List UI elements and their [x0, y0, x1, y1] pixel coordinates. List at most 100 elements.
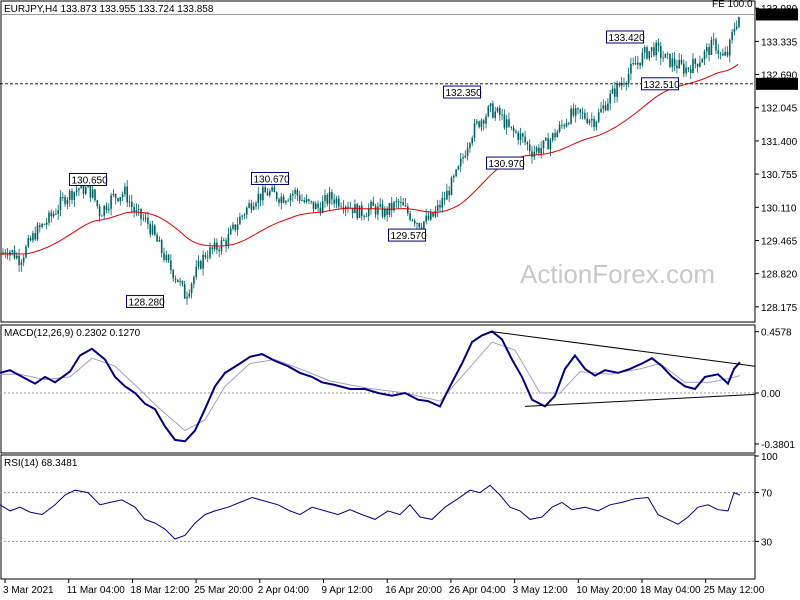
candle-body [262, 187, 264, 201]
candle-body [147, 217, 149, 224]
candle-body [427, 215, 430, 220]
candle-body [568, 123, 570, 125]
price-panel-title: EURJPY,H4 133.873 133.955 133.724 133.85… [4, 4, 214, 15]
candle-body [627, 73, 630, 84]
rsi-y-tick-label: 30 [761, 537, 773, 548]
candle-body [227, 234, 230, 246]
watermark: ActionForex.com [520, 259, 715, 289]
candle-body [303, 200, 306, 202]
candle-body [94, 189, 96, 201]
candle-body [131, 201, 133, 207]
candle-body [257, 193, 260, 204]
candle-body [64, 196, 66, 205]
candle-body [492, 103, 494, 118]
candle-body [45, 222, 48, 225]
rsi-y-tick-label: 100 [761, 452, 778, 463]
candle-body [416, 222, 418, 224]
candle-body [312, 201, 315, 210]
fibonacci-corner-label: FE 100.0 [712, 0, 753, 10]
candle-body [588, 120, 591, 123]
candle-body [577, 108, 579, 110]
candle-body [637, 62, 639, 65]
candle-body [457, 166, 460, 170]
candle-body [183, 283, 186, 299]
macd-panel-title: MACD(12,26,9) 0.2302 0.1270 [4, 328, 141, 339]
candle-body [234, 224, 237, 230]
candle-body [133, 206, 135, 213]
candle-body [609, 93, 611, 104]
candle-body [722, 53, 724, 56]
candle-body [218, 249, 220, 252]
price-annotation-label: 132.350 [446, 88, 483, 99]
candle-body [195, 266, 197, 278]
price-annotation: 130.670 [251, 171, 290, 185]
candle-body [225, 240, 227, 246]
candle-body [733, 28, 736, 33]
candle-body [177, 279, 179, 282]
candle-body [308, 199, 310, 201]
candle-body [473, 123, 476, 138]
candle-body [731, 32, 733, 40]
candle-body [52, 213, 55, 217]
price-y-tick-label: 133.980 [761, 4, 798, 15]
chart-figure: ActionForex.com EURJPY,H4 133.873 133.95… [0, 0, 798, 596]
candle-body [531, 151, 533, 157]
candle-body [384, 208, 386, 217]
candle-body [712, 39, 715, 41]
candle-body [462, 157, 464, 159]
candle-body [119, 197, 122, 202]
candle-body [236, 224, 239, 230]
candle-body [604, 105, 607, 111]
candle-body [678, 59, 680, 69]
candle-body [524, 136, 526, 143]
candle-body [696, 63, 699, 67]
candle-body [6, 254, 9, 256]
candle-body [287, 200, 289, 202]
candle-body [280, 196, 283, 203]
candle-body [632, 63, 634, 65]
candle-body [641, 52, 644, 66]
candle-body [114, 193, 117, 199]
candle-body [367, 208, 370, 217]
candle-body [163, 253, 165, 261]
x-axis-tick-label: 2 Apr 04:00 [258, 585, 310, 596]
candle-body [250, 203, 253, 210]
candle-body [554, 133, 556, 138]
candle-body [55, 213, 57, 215]
candle-body [411, 219, 414, 221]
candle-body [317, 203, 319, 208]
price-y-tick-label: 130.110 [761, 203, 797, 214]
x-axis-tick-label: 26 Apr 04:00 [449, 585, 506, 596]
candle-body [471, 137, 473, 144]
price-annotation-label: 133.420 [609, 33, 646, 44]
candle-body [85, 187, 87, 194]
candle-body [505, 119, 508, 128]
candle-body [597, 112, 600, 122]
candle-body [540, 148, 542, 154]
candle-body [96, 200, 99, 207]
candle-body [149, 223, 151, 235]
candle-body [478, 121, 480, 128]
candle-body [648, 51, 651, 59]
price-annotation-label: 130.970 [489, 159, 526, 170]
candle-body [487, 106, 490, 117]
x-axis-tick-label: 25 Mar 20:00 [194, 585, 253, 596]
candle-body [16, 255, 18, 259]
candle-body [202, 254, 204, 269]
candle-body [206, 257, 209, 258]
candle-body [103, 205, 105, 216]
x-axis-tick-label: 16 Apr 20:00 [385, 585, 442, 596]
candle-body [464, 155, 467, 158]
candle-body [459, 158, 462, 167]
candle-body [25, 246, 27, 258]
candle-body [395, 201, 398, 203]
candle-body [565, 123, 568, 127]
candle-body [223, 240, 225, 242]
candle-body [450, 177, 453, 196]
candle-body [572, 108, 575, 116]
candle-body [584, 112, 586, 119]
candle-body [639, 62, 641, 66]
candle-body [22, 257, 25, 263]
candle-body [657, 42, 660, 47]
candle-body [298, 195, 301, 201]
